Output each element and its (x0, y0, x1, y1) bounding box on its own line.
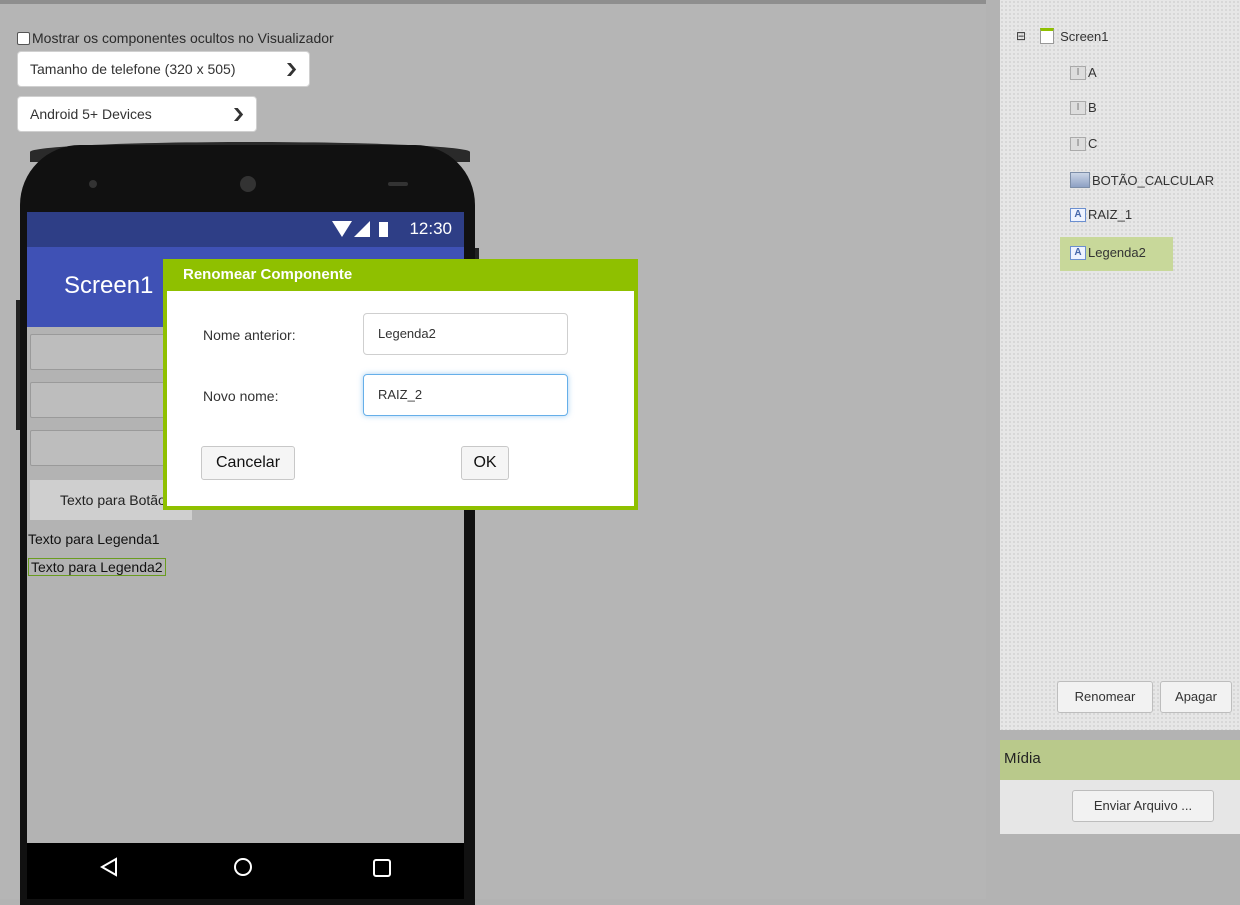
screen-icon (1040, 28, 1055, 44)
label-icon: A (1070, 207, 1086, 222)
label-icon: A (1070, 245, 1086, 260)
phone-size-value: Tamanho de telefone (320 x 505) (30, 61, 236, 77)
phone-size-select[interactable]: Tamanho de telefone (320 x 505) ❯ (17, 51, 310, 87)
new-name-field[interactable]: RAIZ_2 (363, 374, 568, 416)
signal-icon (354, 221, 370, 242)
textbox-icon: I (1070, 136, 1086, 151)
tree-item-a[interactable]: I A (1070, 65, 1097, 80)
tree-label: C (1088, 136, 1098, 151)
textbox-b[interactable] (30, 382, 180, 418)
show-hidden-label: Mostrar os componentes ocultos no Visual… (32, 30, 334, 46)
home-icon[interactable] (233, 857, 253, 883)
tree-label: A (1088, 65, 1097, 80)
cancel-button[interactable]: Cancelar (201, 446, 295, 480)
textbox-a[interactable] (30, 334, 180, 370)
tree-item-b[interactable]: I B (1070, 100, 1097, 115)
delete-button[interactable]: Apagar (1160, 681, 1232, 713)
dialog-body: Nome anterior: Legenda2 Novo nome: RAIZ_… (167, 291, 634, 506)
device-value: Android 5+ Devices (30, 106, 152, 122)
tree-label: BOTÃO_CALCULAR (1092, 172, 1215, 188)
chevron-down-icon: ❯ (284, 61, 299, 76)
back-icon[interactable] (99, 857, 118, 883)
device-select[interactable]: Android 5+ Devices ❯ (17, 96, 257, 132)
upload-file-button[interactable]: Enviar Arquivo ... (1072, 790, 1214, 822)
old-name-label: Nome anterior: (203, 327, 296, 343)
ok-button[interactable]: OK (461, 446, 509, 480)
top-divider (0, 0, 986, 4)
chevron-down-icon: ❯ (231, 106, 246, 121)
phone-nav-bar (27, 843, 464, 899)
show-hidden-checkbox[interactable]: Mostrar os componentes ocultos no Visual… (17, 30, 334, 46)
phone-side-button (16, 300, 20, 430)
front-camera (240, 176, 256, 192)
new-name-label: Novo nome: (203, 388, 279, 404)
tree-label: Screen1 (1060, 28, 1109, 44)
textbox-icon: I (1070, 100, 1086, 115)
status-time: 12:30 (409, 219, 452, 238)
rename-button[interactable]: Renomear (1057, 681, 1153, 713)
tree-root-screen1[interactable]: ⊟ Screen1 (1016, 28, 1108, 44)
old-name-field[interactable]: Legenda2 (363, 313, 568, 355)
status-bar: 12:30 (27, 212, 464, 247)
tree-item-raiz1[interactable]: A RAIZ_1 (1070, 207, 1132, 222)
textbox-c[interactable] (30, 430, 180, 466)
tree-item-legenda2[interactable]: A Legenda2 (1070, 245, 1146, 260)
tree-item-botao-calcular[interactable]: BOTÃO_CALCULAR (1070, 172, 1214, 188)
recents-icon[interactable] (373, 857, 391, 883)
button-icon (1070, 172, 1090, 188)
screen-title: Screen1 (64, 272, 154, 299)
wifi-icon (332, 221, 352, 242)
tree-item-c[interactable]: I C (1070, 136, 1097, 151)
label-legenda2[interactable]: Texto para Legenda2 (28, 558, 166, 576)
checkbox-box[interactable] (17, 31, 30, 45)
tree-label: Legenda2 (1088, 245, 1146, 260)
tree-label: RAIZ_1 (1088, 207, 1133, 222)
label-legenda1[interactable]: Texto para Legenda1 (28, 531, 160, 547)
components-panel (1000, 0, 1240, 730)
textbox-icon: I (1070, 65, 1086, 80)
dialog-title: Renomear Componente (183, 266, 353, 283)
rename-dialog: Renomear Componente Nome anterior: Legen… (163, 259, 638, 510)
tree-label: B (1088, 100, 1097, 115)
speaker-grille (388, 182, 408, 186)
battery-icon (379, 221, 388, 242)
collapse-icon[interactable]: ⊟ (1016, 29, 1026, 43)
proximity-sensor (89, 180, 97, 188)
media-header: Mídia (1000, 740, 1240, 780)
